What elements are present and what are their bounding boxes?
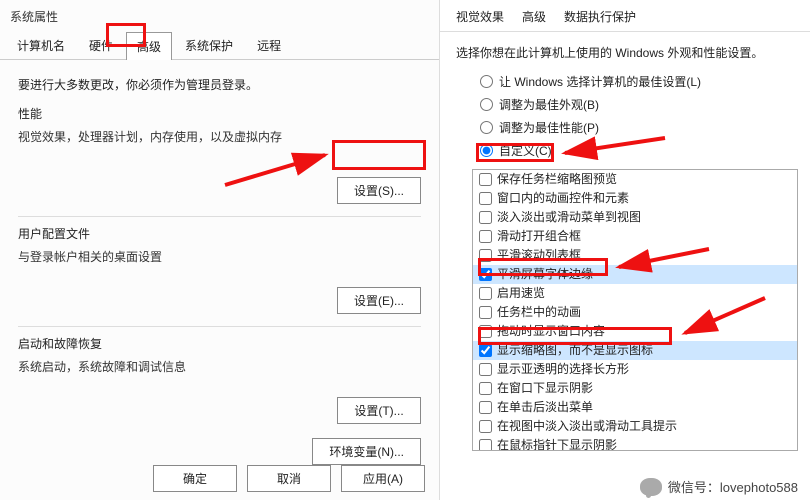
group-startup: 启动和故障恢复 系统启动，系统故障和调试信息 设置(T)... xyxy=(18,335,421,424)
option-row[interactable]: 显示亚透明的选择长方形 xyxy=(473,360,797,379)
radio-input[interactable] xyxy=(480,144,493,157)
option-checkbox[interactable] xyxy=(479,192,492,205)
sysprops-body: 要进行大多数更改，你必须作为管理员登录。 性能 视觉效果，处理器计划，内存使用，… xyxy=(0,60,439,469)
cancel-button[interactable]: 取消 xyxy=(247,465,331,492)
radio-group: 让 Windows 选择计算机的最佳设置(L) 调整为最佳外观(B) 调整为最佳… xyxy=(440,69,810,163)
option-checkbox[interactable] xyxy=(479,287,492,300)
radio-custom[interactable]: 自定义(C): xyxy=(480,142,810,159)
tab-visual-effects[interactable]: 视觉效果 xyxy=(456,8,504,25)
sysprops-tabs: 计算机名 硬件 高级 系统保护 远程 xyxy=(0,31,439,60)
option-checkbox[interactable] xyxy=(479,173,492,186)
option-checkbox[interactable] xyxy=(479,420,492,433)
tab-advanced[interactable]: 高级 xyxy=(126,32,172,60)
option-label: 在视图中淡入淡出或滑动工具提示 xyxy=(497,418,677,435)
option-row[interactable]: 在单击后淡出菜单 xyxy=(473,398,797,417)
option-checkbox[interactable] xyxy=(479,382,492,395)
option-label: 在单击后淡出菜单 xyxy=(497,399,593,416)
radio-label: 调整为最佳外观(B) xyxy=(499,96,599,113)
option-label: 拖动时显示窗口内容 xyxy=(497,323,605,340)
option-row[interactable]: 平滑滚动列表框 xyxy=(473,246,797,265)
option-row[interactable]: 淡入淡出或滑动菜单到视图 xyxy=(473,208,797,227)
profile-settings-button[interactable]: 设置(E)... xyxy=(337,287,421,314)
option-checkbox[interactable] xyxy=(479,230,492,243)
group-performance: 性能 视觉效果，处理器计划，内存使用，以及虚拟内存 设置(S)... xyxy=(18,105,421,204)
radio-input[interactable] xyxy=(480,98,493,111)
option-checkbox[interactable] xyxy=(479,325,492,338)
option-row[interactable]: 保存任务栏缩略图预览 xyxy=(473,170,797,189)
perfoptions-tabs: 视觉效果 高级 数据执行保护 xyxy=(440,0,810,32)
option-row[interactable]: 显示缩略图，而不是显示图标 xyxy=(473,341,797,360)
radio-let-windows[interactable]: 让 Windows 选择计算机的最佳设置(L) xyxy=(480,73,810,90)
option-label: 保存任务栏缩略图预览 xyxy=(497,171,617,188)
option-row[interactable]: 平滑屏幕字体边缘 xyxy=(473,265,797,284)
radio-input[interactable] xyxy=(480,75,493,88)
option-checkbox[interactable] xyxy=(479,211,492,224)
tab-remote[interactable]: 远程 xyxy=(246,31,292,59)
radio-best-performance[interactable]: 调整为最佳性能(P) xyxy=(480,119,810,136)
performance-settings-button[interactable]: 设置(S)... xyxy=(337,177,421,204)
option-label: 淡入淡出或滑动菜单到视图 xyxy=(497,209,641,226)
option-row[interactable]: 在鼠标指针下显示阴影 xyxy=(473,436,797,451)
divider xyxy=(18,216,421,217)
option-checkbox[interactable] xyxy=(479,401,492,414)
apply-button[interactable]: 应用(A) xyxy=(341,465,425,492)
radio-label: 让 Windows 选择计算机的最佳设置(L) xyxy=(499,73,701,90)
group-startup-sub: 系统启动，系统故障和调试信息 xyxy=(18,358,421,375)
tab-dep[interactable]: 数据执行保护 xyxy=(564,8,636,25)
option-label: 窗口内的动画控件和元素 xyxy=(497,190,629,207)
visual-effects-blurb: 选择你想在此计算机上使用的 Windows 外观和性能设置。 xyxy=(440,32,810,69)
option-row[interactable]: 滑动打开组合框 xyxy=(473,227,797,246)
dialog-footer: 确定 取消 应用(A) xyxy=(153,465,425,492)
group-profile-sub: 与登录帐户相关的桌面设置 xyxy=(18,248,421,265)
wechat-footer: 微信号：lovephoto588 xyxy=(640,477,798,496)
option-label: 滑动打开组合框 xyxy=(497,228,581,245)
option-checkbox[interactable] xyxy=(479,363,492,376)
visual-effects-dialog: 视觉效果 高级 数据执行保护 选择你想在此计算机上使用的 Windows 外观和… xyxy=(440,0,810,500)
tab-hardware[interactable]: 硬件 xyxy=(78,31,124,59)
admin-note: 要进行大多数更改，你必须作为管理员登录。 xyxy=(18,76,421,93)
option-label: 启用速览 xyxy=(497,285,545,302)
tab-computer-name[interactable]: 计算机名 xyxy=(6,31,76,59)
option-label: 平滑滚动列表框 xyxy=(497,247,581,264)
startup-settings-button[interactable]: 设置(T)... xyxy=(337,397,421,424)
tab-advanced-perf[interactable]: 高级 xyxy=(522,8,546,25)
option-row[interactable]: 任务栏中的动画 xyxy=(473,303,797,322)
option-label: 显示缩略图，而不是显示图标 xyxy=(497,342,653,359)
group-performance-title: 性能 xyxy=(18,105,421,122)
dialog-title: 系统属性 xyxy=(0,0,439,31)
option-row[interactable]: 在窗口下显示阴影 xyxy=(473,379,797,398)
option-checkbox[interactable] xyxy=(479,344,492,357)
wechat-label: 微信号：lovephoto588 xyxy=(668,477,798,496)
option-checkbox[interactable] xyxy=(479,439,492,451)
option-row[interactable]: 启用速览 xyxy=(473,284,797,303)
option-row[interactable]: 窗口内的动画控件和元素 xyxy=(473,189,797,208)
group-performance-sub: 视觉效果，处理器计划，内存使用，以及虚拟内存 xyxy=(18,128,421,145)
option-label: 平滑屏幕字体边缘 xyxy=(497,266,593,283)
group-profile: 用户配置文件 与登录帐户相关的桌面设置 设置(E)... xyxy=(18,225,421,314)
tab-system-protect[interactable]: 系统保护 xyxy=(174,31,244,59)
system-properties-dialog: 系统属性 计算机名 硬件 高级 系统保护 远程 要进行大多数更改，你必须作为管理… xyxy=(0,0,440,500)
options-listbox[interactable]: 保存任务栏缩略图预览窗口内的动画控件和元素淡入淡出或滑动菜单到视图滑动打开组合框… xyxy=(472,169,798,451)
divider xyxy=(18,326,421,327)
group-startup-title: 启动和故障恢复 xyxy=(18,335,421,352)
ok-button[interactable]: 确定 xyxy=(153,465,237,492)
radio-label: 自定义(C): xyxy=(499,142,555,159)
option-row[interactable]: 在视图中淡入淡出或滑动工具提示 xyxy=(473,417,797,436)
option-row[interactable]: 拖动时显示窗口内容 xyxy=(473,322,797,341)
group-profile-title: 用户配置文件 xyxy=(18,225,421,242)
option-checkbox[interactable] xyxy=(479,249,492,262)
wechat-icon xyxy=(640,478,662,496)
option-checkbox[interactable] xyxy=(479,306,492,319)
option-label: 任务栏中的动画 xyxy=(497,304,581,321)
env-vars-button[interactable]: 环境变量(N)... xyxy=(312,438,421,465)
radio-label: 调整为最佳性能(P) xyxy=(499,119,599,136)
option-label: 在窗口下显示阴影 xyxy=(497,380,593,397)
option-label: 在鼠标指针下显示阴影 xyxy=(497,437,617,451)
option-label: 显示亚透明的选择长方形 xyxy=(497,361,629,378)
radio-best-appearance[interactable]: 调整为最佳外观(B) xyxy=(480,96,810,113)
option-checkbox[interactable] xyxy=(479,268,492,281)
radio-input[interactable] xyxy=(480,121,493,134)
